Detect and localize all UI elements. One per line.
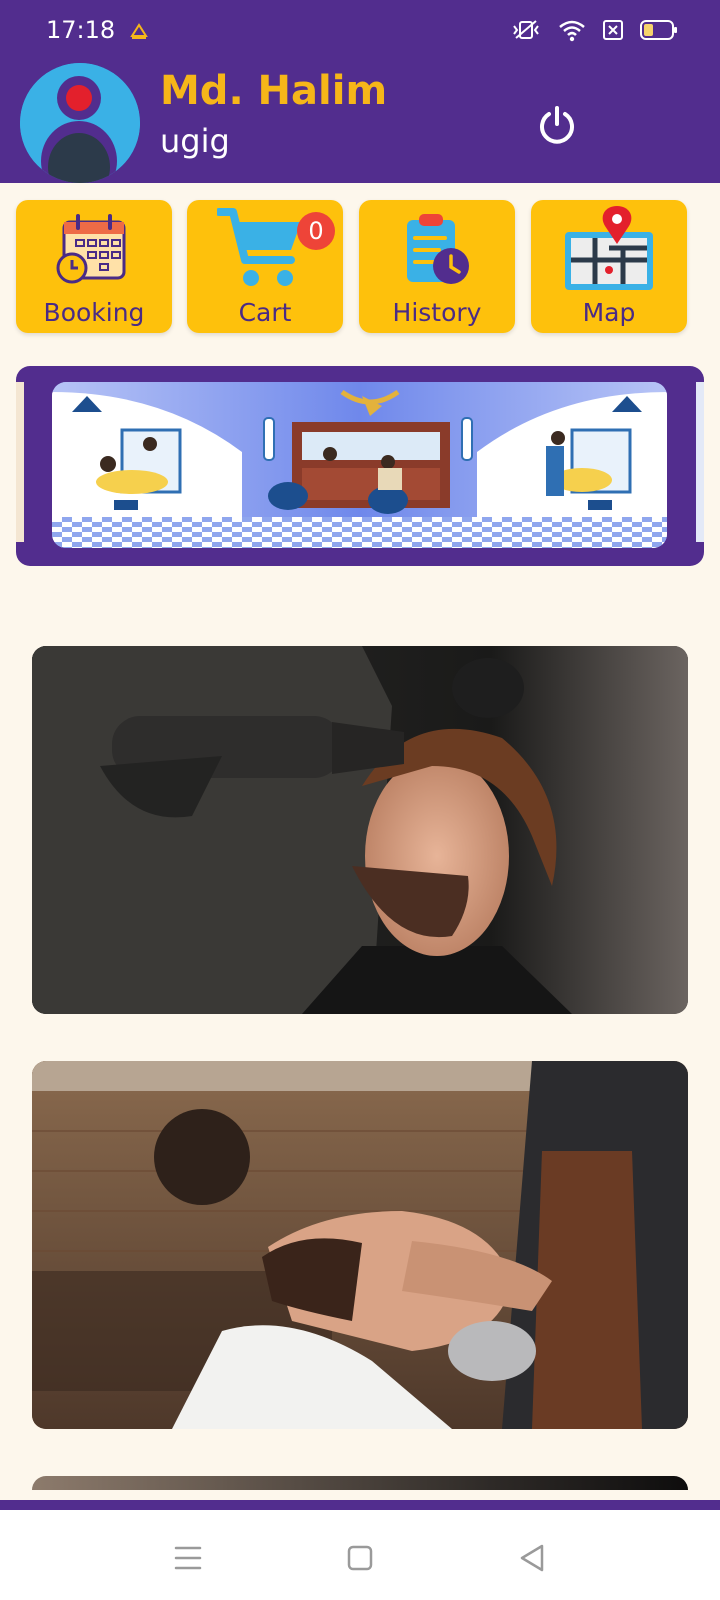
- cart-tile[interactable]: 0 Cart: [187, 200, 343, 333]
- tile-label: Map: [582, 298, 636, 327]
- banner-carousel[interactable]: [16, 366, 704, 566]
- user-subtitle: ugig: [160, 122, 230, 160]
- wifi-icon: [559, 20, 585, 42]
- history-tile[interactable]: History: [359, 200, 515, 333]
- bottom-accent-bar: [0, 1500, 720, 1510]
- avatar[interactable]: [20, 63, 140, 183]
- sim-off-icon: [603, 20, 623, 40]
- tile-label: Cart: [238, 298, 292, 327]
- beard-trim-photo[interactable]: [32, 1061, 688, 1429]
- power-icon[interactable]: [536, 104, 578, 146]
- photo-hair-dryer: [32, 646, 688, 1014]
- home-icon[interactable]: [340, 1538, 380, 1578]
- notification-icon: [130, 23, 148, 39]
- user-name: Md. Halim: [160, 68, 388, 114]
- barbershop-illustration: [52, 382, 667, 548]
- tile-label: History: [392, 298, 482, 327]
- carousel-next-peek: [696, 382, 704, 542]
- map-icon: [565, 206, 653, 290]
- partial-photo[interactable]: [32, 1476, 688, 1490]
- history-icon: [407, 214, 469, 284]
- barbershop-banner-image[interactable]: [52, 382, 667, 548]
- system-nav-bar: [0, 1510, 720, 1600]
- menu-icon[interactable]: [168, 1538, 208, 1578]
- back-icon[interactable]: [512, 1538, 552, 1578]
- status-icons: [510, 18, 678, 42]
- tile-label: Booking: [43, 298, 145, 327]
- booking-tile[interactable]: Booking: [16, 200, 172, 333]
- battery-icon: [640, 20, 677, 40]
- map-tile[interactable]: Map: [531, 200, 687, 333]
- calendar-icon: [56, 214, 126, 284]
- user-avatar-icon: [20, 63, 140, 183]
- app-header: 17:18 Md. Halim ugig: [0, 0, 720, 183]
- status-time: 17:18: [46, 16, 116, 44]
- cart-count-badge: 0: [297, 212, 335, 250]
- carousel-prev-peek: [16, 382, 24, 542]
- hair-dryer-styling-photo[interactable]: [32, 646, 688, 1014]
- vibrate-icon: [513, 20, 539, 39]
- cart-icon: [217, 208, 301, 286]
- photo-beard-trim: [32, 1061, 688, 1429]
